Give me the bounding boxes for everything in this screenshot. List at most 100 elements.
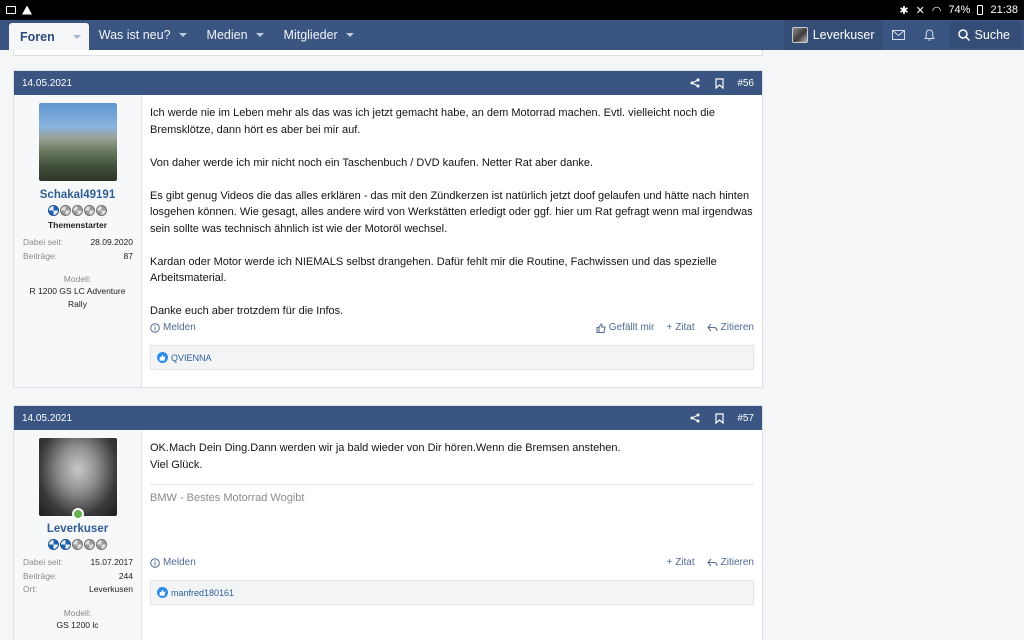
rank-dot	[84, 205, 95, 216]
search-button[interactable]: Suche	[948, 22, 1022, 48]
info-icon	[150, 322, 160, 333]
like-button[interactable]: Gefällt mir	[596, 322, 654, 333]
rank-dot	[72, 205, 83, 216]
nav-tab-foren[interactable]: Foren	[9, 23, 89, 50]
model-label: Modell:	[63, 274, 92, 284]
plus-icon: +	[666, 557, 673, 568]
nav-tab-members[interactable]: Mitglieder	[274, 20, 364, 50]
quote-label: Zitat	[675, 557, 695, 568]
info-icon	[150, 557, 160, 568]
stat-label: Beiträge:	[23, 570, 58, 581]
post: 14.05.2021 #57 Leverkuser Dabei seit: 15…	[13, 405, 763, 640]
reply-icon	[706, 323, 718, 332]
signature: BMW - Bestes Motorrad Wogibt	[150, 484, 754, 504]
rank-dot	[72, 539, 83, 550]
clock: 21:38	[990, 4, 1018, 16]
nav-tab-label: Foren	[20, 29, 55, 44]
avatar[interactable]	[38, 438, 117, 516]
stat-label: Beiträge:	[23, 250, 58, 261]
report-label: Melden	[163, 557, 196, 568]
reactor-link[interactable]: manfred180161	[171, 588, 234, 598]
nav-tab-label: Was ist neu?	[98, 28, 171, 42]
reply-label: Zitieren	[720, 557, 754, 568]
post-number-link[interactable]: #56	[737, 78, 754, 89]
rank-dot	[84, 539, 95, 550]
quote-button[interactable]: + Zitat	[666, 322, 694, 333]
post-actions: Melden Gefällt mir + Zitat Zitieren	[150, 322, 754, 333]
reactor-link[interactable]: QVIENNA	[171, 353, 212, 363]
reactions-bar: manfred180161	[150, 580, 754, 605]
share-icon[interactable]	[689, 77, 701, 89]
search-label: Suche	[974, 28, 1010, 42]
message-cell: OK.Mach Dein Ding.Dann werden wir ja bal…	[142, 430, 762, 640]
rank-dot	[60, 539, 71, 550]
user-info: Leverkuser Dabei seit: 15.07.2017 Beiträg…	[14, 430, 142, 640]
user-info: Schakal49191 Themenstarter Dabei seit: 28…	[14, 95, 142, 387]
username-link[interactable]: Schakal49191	[14, 189, 141, 201]
report-button[interactable]: Melden	[150, 557, 196, 568]
user-stats: Dabei seit: 15.07.2017 Beiträge: 244 Ort: L…	[23, 556, 133, 597]
rank-dot	[96, 539, 107, 550]
stat-value: 244	[118, 570, 133, 581]
like-reaction-icon	[157, 352, 168, 363]
post-date[interactable]: 14.05.2021	[22, 413, 72, 424]
account-menu[interactable]: Leverkuser	[783, 20, 883, 50]
message-paragraph: Von daher werde ich mir nicht noch ein T…	[150, 156, 594, 169]
nav-tab-media[interactable]: Medien	[197, 20, 274, 50]
reply-button[interactable]: Zitieren	[706, 557, 754, 568]
chevron-down-icon[interactable]	[178, 33, 187, 37]
post-header: 14.05.2021 #56	[14, 71, 762, 95]
thread-content: 14.05.2021 #56 Schakal49191 Themenstarte…	[13, 50, 763, 640]
reply-button[interactable]: Zitieren	[706, 322, 754, 333]
chevron-down-icon[interactable]	[72, 34, 81, 39]
post-date[interactable]: 14.05.2021	[22, 78, 72, 89]
post-header: 14.05.2021 #57	[14, 406, 762, 430]
model-value: R 1200 GS LC Adventure Rally	[29, 286, 126, 309]
user-title: Themenstarter	[47, 220, 108, 230]
battery-level: 74%	[948, 4, 971, 16]
cast-icon	[6, 6, 16, 14]
bluetooth-icon: ✱	[899, 4, 909, 17]
gallery-icon	[22, 5, 32, 15]
message-cell: Ich werde nie im Leben mehr als das was …	[142, 95, 762, 387]
stat-label: Dabei seit:	[23, 557, 64, 567]
reactions-bar: QVIENNA	[150, 345, 754, 370]
nav-tab-whats-new[interactable]: Was ist neu?	[89, 20, 197, 50]
battery-icon	[977, 5, 984, 15]
model-value: GS 1200 lc	[56, 619, 99, 630]
message-line: Viel Glück.	[150, 458, 203, 471]
stat-value: 28.09.2020	[90, 237, 133, 247]
bookmark-icon[interactable]	[713, 77, 725, 89]
stat-value: 87	[123, 250, 133, 261]
stat-value: Leverkusen	[89, 584, 133, 594]
model-label: Modell:	[63, 607, 92, 618]
quote-button[interactable]: + Zitat	[666, 557, 694, 568]
chevron-down-icon[interactable]	[345, 33, 354, 37]
bell-icon	[923, 29, 935, 41]
user-stats: Dabei seit: 28.09.2020 Beiträge: 87	[23, 236, 133, 263]
report-button[interactable]: Melden	[150, 322, 196, 333]
plus-icon: +	[666, 322, 673, 333]
status-bar: ✱ ✕ ◠ 74% 21:38	[0, 0, 1024, 20]
message-paragraph: Kardan oder Motor werde ich NIEMALS selb…	[150, 255, 717, 285]
alerts-button[interactable]	[914, 20, 945, 50]
rank-dot	[96, 205, 107, 216]
account-username: Leverkuser	[812, 28, 875, 42]
post: 14.05.2021 #56 Schakal49191 Themenstarte…	[13, 70, 763, 388]
username-link[interactable]: Leverkuser	[14, 523, 141, 535]
message-body: OK.Mach Dein Ding.Dann werden wir ja bal…	[150, 440, 754, 473]
reply-icon	[706, 558, 718, 567]
stat-label: Ort:	[23, 584, 38, 594]
post-number-link[interactable]: #57	[737, 413, 754, 424]
wifi-icon: ◠	[931, 4, 942, 17]
reply-label: Zitieren	[720, 322, 754, 333]
mute-icon: ✕	[915, 4, 925, 17]
inbox-button[interactable]	[883, 20, 914, 50]
thumbs-up-icon	[596, 322, 606, 333]
chevron-down-icon[interactable]	[255, 33, 264, 37]
nav-tab-label: Medien	[206, 28, 248, 42]
share-icon[interactable]	[689, 412, 701, 424]
avatar[interactable]	[38, 103, 117, 181]
main-nav: Foren Was ist neu? Medien Mitglieder Lev…	[0, 20, 1024, 50]
bookmark-icon[interactable]	[713, 412, 725, 424]
